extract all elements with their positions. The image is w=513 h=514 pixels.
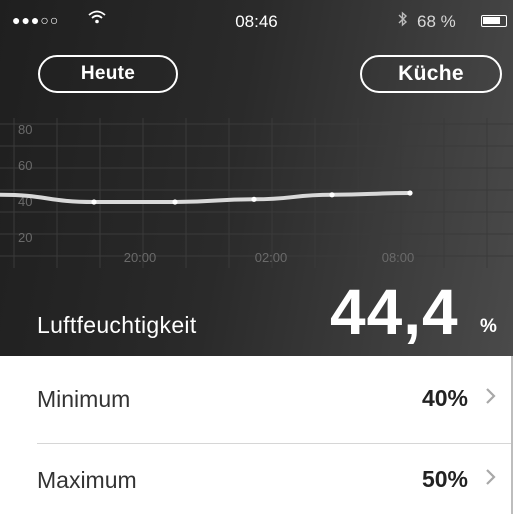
y-tick-label: 80 [18, 122, 32, 137]
status-bar: ●●●○○ 08:46 68 % [0, 0, 513, 40]
humidity-hero: ●●●○○ 08:46 68 % Heute Küche 80 60 40 20 20:… [0, 0, 513, 356]
battery-percentage: 68 % [417, 12, 456, 31]
chevron-right-icon [485, 382, 497, 413]
bluetooth-icon [398, 11, 408, 32]
maximum-row[interactable]: Maximum 50% [0, 442, 513, 514]
humidity-chart: 8060402020:00 02:00 08:00 [0, 118, 513, 268]
y-tick-label: 60 [18, 158, 32, 173]
maximum-label: Maximum [37, 467, 137, 493]
minimum-label: Minimum [37, 386, 131, 412]
minimum-row[interactable]: Minimum 40% [0, 361, 513, 444]
maximum-value: 50% [421, 466, 468, 492]
app-screen: ●●●○○ 08:46 68 % Heute Küche 80 60 40 20 20:… [0, 0, 513, 514]
room-button[interactable]: Küche [360, 55, 502, 93]
chevron-right-icon [485, 463, 497, 494]
data-point [329, 192, 335, 198]
data-point [407, 190, 413, 196]
period-button[interactable]: Heute [38, 55, 178, 93]
x-tick-label: 20:00 [124, 250, 157, 265]
x-tick-label: 08:00 [382, 250, 415, 265]
battery-icon [481, 15, 507, 27]
data-point [251, 196, 257, 202]
threshold-list: Minimum 40% Maximum 50% [0, 356, 513, 514]
minimum-value: 40% [421, 385, 468, 411]
x-tick-label: 02:00 [255, 250, 288, 265]
metric-value: 44,4 [330, 276, 459, 348]
metric-label: Luftfeuchtigkeit [37, 312, 197, 338]
y-tick-label: 20 [18, 230, 32, 245]
metric-unit: % [480, 316, 497, 337]
humidity-line [0, 191, 412, 204]
data-point [172, 199, 178, 205]
data-point [91, 199, 97, 205]
